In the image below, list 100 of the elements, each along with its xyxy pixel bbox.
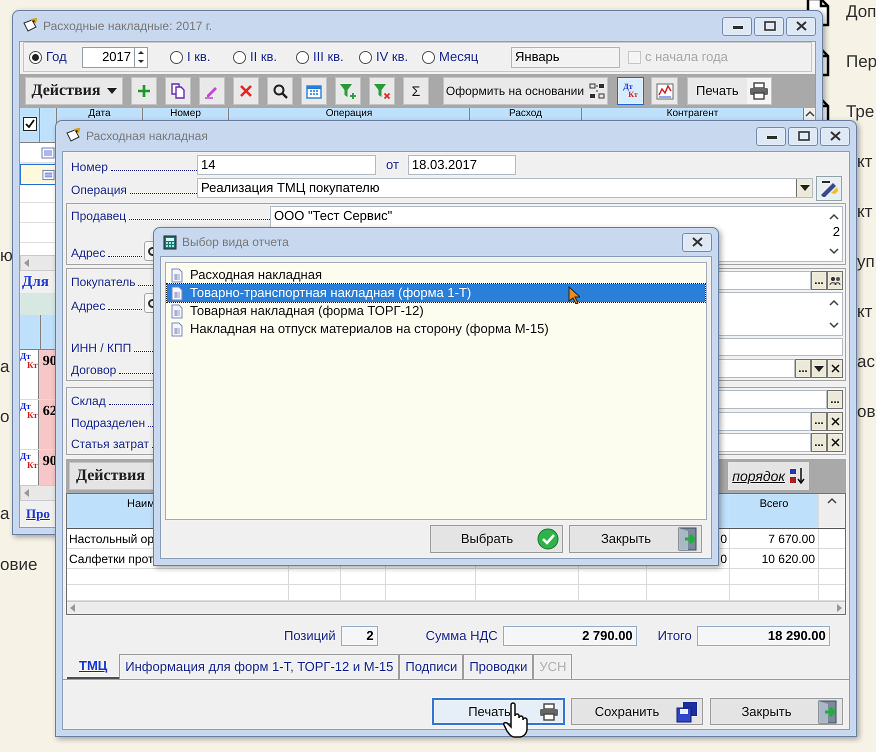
- chevron-down-icon: [829, 322, 839, 329]
- debit-credit-mark: Дт Кт: [20, 450, 38, 472]
- radio-button[interactable]: [296, 50, 309, 64]
- edit-button[interactable]: [199, 77, 225, 105]
- operation-dropdown[interactable]: Реализация ТМЦ покупателю: [197, 178, 813, 198]
- maximize-icon: [762, 20, 776, 32]
- list-text: ас: [857, 351, 875, 374]
- debit-credit-button[interactable]: Дт Кт: [617, 77, 644, 105]
- horizontal-scrollbar[interactable]: [20, 485, 56, 501]
- report-option[interactable]: Товарная накладная (форма ТОРГ-12): [167, 302, 705, 320]
- close-button[interactable]: Закрыть: [710, 698, 843, 725]
- group-band: [20, 293, 56, 315]
- radio-button[interactable]: [170, 50, 183, 64]
- column-header[interactable]: Расход: [470, 108, 581, 119]
- people-icon: [829, 276, 841, 286]
- search-button[interactable]: [267, 77, 293, 105]
- clear-button[interactable]: [827, 359, 843, 378]
- actions-menu-button[interactable]: Действия: [69, 462, 153, 490]
- document-icon: [171, 286, 183, 300]
- close-button[interactable]: [820, 126, 850, 146]
- filter-add-button[interactable]: [335, 77, 361, 105]
- field-label: Подразделен: [71, 414, 146, 430]
- close-button[interactable]: [786, 16, 816, 36]
- field-label: Продавец: [71, 208, 126, 224]
- field-label: Склад: [71, 393, 106, 409]
- maximize-button[interactable]: [788, 126, 818, 146]
- minimize-button[interactable]: [722, 16, 752, 36]
- list-text: а: [0, 503, 10, 526]
- column-header[interactable]: Дата: [57, 108, 142, 119]
- year-spinner[interactable]: 2017: [82, 46, 148, 68]
- wrench-pencil-icon: [819, 179, 839, 197]
- list-text: кт: [857, 201, 872, 224]
- column-header[interactable]: Всего: [760, 498, 788, 510]
- delete-button[interactable]: [233, 77, 259, 105]
- dropdown-button[interactable]: [811, 359, 827, 378]
- delete-icon: [240, 85, 252, 97]
- browse-button[interactable]: ...: [827, 390, 843, 409]
- sort-order-link[interactable]: порядок: [728, 462, 809, 490]
- horizontal-scrollbar[interactable]: [67, 601, 845, 614]
- window-title: Расходные накладные: 2017 г.: [43, 18, 212, 35]
- address-toggle[interactable]: [144, 293, 153, 313]
- minimize-button[interactable]: [756, 126, 786, 146]
- radio-button[interactable]: [422, 50, 435, 64]
- sum-button[interactable]: Σ: [403, 77, 429, 105]
- close-button[interactable]: Закрыть: [569, 525, 702, 553]
- report-option[interactable]: Товарно-транспортная накладная (форма 1-Т): [167, 284, 705, 302]
- number-field[interactable]: 14: [197, 155, 376, 175]
- column-header[interactable]: Операция: [229, 108, 469, 119]
- filter-plus-icon: [339, 82, 357, 100]
- column-header[interactable]: Номер: [143, 108, 228, 119]
- floppy-disk-icon: [676, 700, 698, 722]
- add-button[interactable]: [131, 77, 157, 105]
- report-option[interactable]: Накладная на отпуск материалов на сторону (форма М-15): [167, 320, 705, 338]
- close-icon: [830, 438, 840, 447]
- maximize-button[interactable]: [754, 16, 784, 36]
- grid-arrows-icon: [589, 83, 606, 99]
- close-icon: [828, 130, 842, 142]
- filter-clear-button[interactable]: [369, 77, 395, 105]
- month-field[interactable]: Январь: [511, 46, 620, 68]
- list-text: уп: [857, 251, 875, 274]
- radio-button[interactable]: [359, 50, 372, 64]
- print-button[interactable]: Печать: [687, 77, 772, 105]
- report-option[interactable]: Расходная накладная: [167, 266, 705, 284]
- copy-button[interactable]: [165, 77, 191, 105]
- radio-label: III кв.: [313, 48, 344, 66]
- calendar-button[interactable]: [301, 77, 327, 105]
- report-button[interactable]: [651, 77, 678, 105]
- caret-icon: [106, 88, 116, 94]
- date-field[interactable]: 18.03.2017: [408, 155, 516, 175]
- clear-button[interactable]: [827, 412, 843, 430]
- save-button[interactable]: Сохранить: [571, 698, 703, 725]
- address-toggle[interactable]: [144, 241, 153, 261]
- create-based-on-button[interactable]: Оформить на основании: [443, 77, 608, 105]
- clear-button[interactable]: [827, 433, 843, 452]
- close-button[interactable]: [682, 232, 712, 252]
- list-text: ов: [857, 401, 876, 424]
- print-button[interactable]: Печать: [432, 698, 565, 725]
- tab[interactable]: Проводки: [463, 654, 534, 679]
- checkbox[interactable]: [22, 117, 36, 131]
- browse-button[interactable]: ...: [811, 412, 827, 430]
- document-icon: [171, 322, 183, 336]
- browse-button[interactable]: ...: [811, 271, 827, 290]
- browse-button[interactable]: ...: [811, 433, 827, 452]
- document-icon: [171, 304, 183, 318]
- tab[interactable]: Информация для форм 1-Т, ТОРГ-12 и М-15: [119, 654, 400, 679]
- field-label: Номер: [71, 159, 108, 175]
- table-row[interactable]: [20, 164, 56, 185]
- actions-menu-button[interactable]: Действия: [25, 77, 123, 105]
- debit-credit-mark: Дт Кт: [20, 350, 38, 372]
- horizontal-scrollbar[interactable]: [20, 255, 56, 271]
- table-cell: 0: [720, 532, 727, 546]
- column-header[interactable]: Контрагент: [582, 108, 803, 119]
- radio-button[interactable]: [29, 50, 42, 64]
- choose-button[interactable]: Выбрать: [430, 525, 563, 553]
- tab[interactable]: Подписи: [399, 654, 464, 679]
- window-title: Выбор вида отчета: [182, 234, 289, 251]
- operation-settings-button[interactable]: [816, 176, 842, 200]
- radio-button[interactable]: [233, 50, 246, 64]
- browse-button[interactable]: ...: [795, 359, 811, 378]
- contacts-button[interactable]: [827, 271, 843, 290]
